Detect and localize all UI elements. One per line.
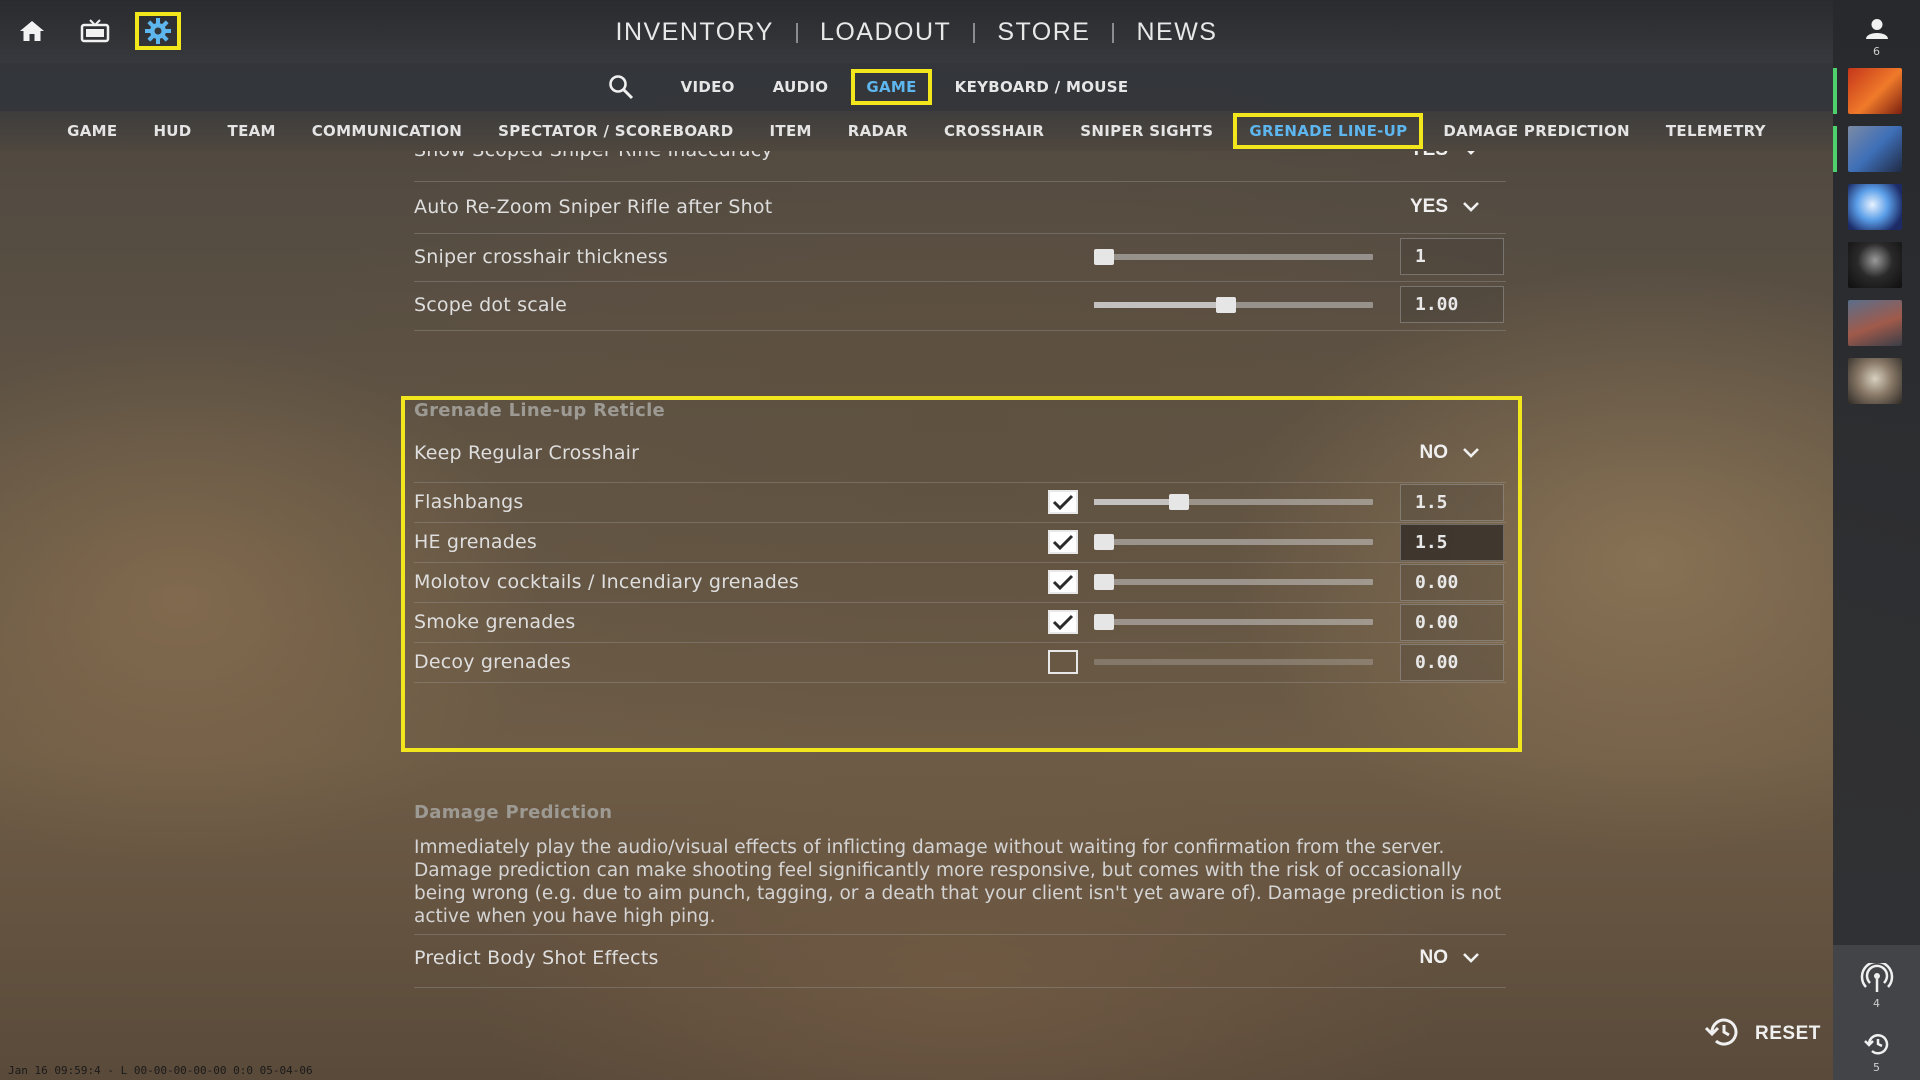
setting-label: Auto Re-Zoom Sniper Rifle after Shot <box>414 196 773 218</box>
tab-keyboard-mouse[interactable]: KEYBOARD / MOUSE <box>944 73 1140 101</box>
dropdown[interactable]: YES <box>1410 151 1480 161</box>
avatar[interactable] <box>1848 300 1902 346</box>
category-game[interactable]: GAME <box>55 117 129 145</box>
dropdown-value: YES <box>1410 151 1448 161</box>
search-icon[interactable] <box>606 72 636 102</box>
user-icon <box>1865 18 1889 44</box>
setting-row-predict-body-shot[interactable]: Predict Body Shot Effects NO <box>414 935 1506 988</box>
damage-prediction-description: Immediately play the audio/visual effect… <box>414 837 1502 927</box>
category-tabs: GAME HUD TEAM COMMUNICATION SPECTATOR / … <box>0 111 1833 151</box>
history-button[interactable]: 5 <box>1833 1031 1920 1074</box>
category-hud[interactable]: HUD <box>141 117 203 145</box>
sidebar-bottom: 4 5 <box>1833 945 1920 1080</box>
chevron-down-icon <box>1462 949 1480 968</box>
category-sniper-sights[interactable]: SNIPER SIGHTS <box>1068 117 1225 145</box>
setting-row-auto-rezoom[interactable]: Auto Re-Zoom Sniper Rifle after Shot YES <box>414 181 1506 234</box>
broadcast-icon <box>1860 960 1894 997</box>
tab-audio[interactable]: AUDIO <box>762 73 840 101</box>
setting-label: Scope dot scale <box>414 294 568 316</box>
slider-handle[interactable] <box>1094 249 1114 265</box>
category-team[interactable]: TEAM <box>216 117 288 145</box>
dropdown[interactable]: NO <box>1420 947 1481 969</box>
slider[interactable] <box>1094 249 1373 265</box>
tab-video[interactable]: VIDEO <box>670 73 746 101</box>
setting-label: Show Scoped Sniper Rifle Inaccuracy <box>414 151 773 161</box>
section-title-damage-prediction: Damage Prediction <box>414 802 613 823</box>
category-crosshair[interactable]: CROSSHAIR <box>932 117 1056 145</box>
category-spectator-scoreboard[interactable]: SPECTATOR / SCOREBOARD <box>486 117 745 145</box>
setting-label: Sniper crosshair thickness <box>414 246 669 268</box>
dropdown-value: YES <box>1409 196 1448 217</box>
setting-row-scoped-inaccuracy[interactable]: Show Scoped Sniper Rifle Inaccuracy YES <box>414 151 1506 182</box>
chevron-down-icon <box>1462 151 1480 160</box>
connections-button[interactable]: 4 <box>1833 960 1920 1010</box>
chevron-down-icon <box>1462 198 1480 217</box>
slider-fill <box>1094 302 1225 308</box>
settings-tabs: VIDEO AUDIO GAME KEYBOARD / MOUSE <box>0 63 1833 111</box>
nav-inventory[interactable]: INVENTORY <box>594 14 796 51</box>
dropdown[interactable]: YES <box>1410 196 1480 218</box>
debug-timestamp: Jan 16 09:59:4 - L 00-00-00-00-00 0:0 05… <box>8 1064 313 1077</box>
nav-store[interactable]: STORE <box>975 14 1112 51</box>
reset-label: RESET <box>1755 1023 1821 1044</box>
setting-row-crosshair-thickness: Sniper crosshair thickness 1 <box>414 233 1506 282</box>
nav-loadout[interactable]: LOADOUT <box>798 14 973 51</box>
connections-count: 4 <box>1873 997 1880 1010</box>
history-count: 5 <box>1873 1061 1880 1074</box>
slider-handle[interactable] <box>1216 297 1236 313</box>
friends-count: 6 <box>1873 45 1880 58</box>
tab-game[interactable]: GAME <box>851 69 932 105</box>
history-icon <box>1863 1031 1891 1061</box>
friends-button[interactable]: 6 <box>1833 18 1920 60</box>
category-item[interactable]: ITEM <box>758 117 824 145</box>
category-communication[interactable]: COMMUNICATION <box>300 117 474 145</box>
dropdown-value: NO <box>1419 947 1449 968</box>
value-input[interactable]: 1 <box>1400 238 1504 275</box>
avatar[interactable] <box>1848 242 1902 288</box>
reset-button[interactable]: RESET <box>1703 1016 1821 1052</box>
category-telemetry[interactable]: TELEMETRY <box>1654 117 1778 145</box>
category-damage-prediction[interactable]: DAMAGE PREDICTION <box>1431 117 1641 145</box>
history-icon <box>1703 1016 1741 1052</box>
category-grenade-lineup[interactable]: GRENADE LINE-UP <box>1233 113 1424 149</box>
avatar[interactable] <box>1833 68 1902 114</box>
slider[interactable] <box>1094 297 1373 313</box>
avatar[interactable] <box>1833 126 1902 172</box>
online-indicator <box>1833 126 1837 172</box>
avatar[interactable] <box>1848 358 1902 404</box>
friends-sidebar: 6 4 5 <box>1833 0 1920 1080</box>
category-radar[interactable]: RADAR <box>836 117 920 145</box>
online-indicator <box>1833 68 1837 114</box>
setting-label: Predict Body Shot Effects <box>414 947 659 969</box>
grenade-section-highlight <box>401 396 1522 752</box>
avatar[interactable] <box>1848 184 1902 230</box>
friend-avatars <box>1833 68 1920 416</box>
nav-news[interactable]: NEWS <box>1114 14 1239 51</box>
main-nav: INVENTORY LOADOUT STORE NEWS <box>0 14 1833 51</box>
top-bar: INVENTORY LOADOUT STORE NEWS <box>0 0 1833 63</box>
setting-row-scope-dot-scale: Scope dot scale 1.00 <box>414 281 1506 331</box>
value-input[interactable]: 1.00 <box>1400 286 1504 323</box>
